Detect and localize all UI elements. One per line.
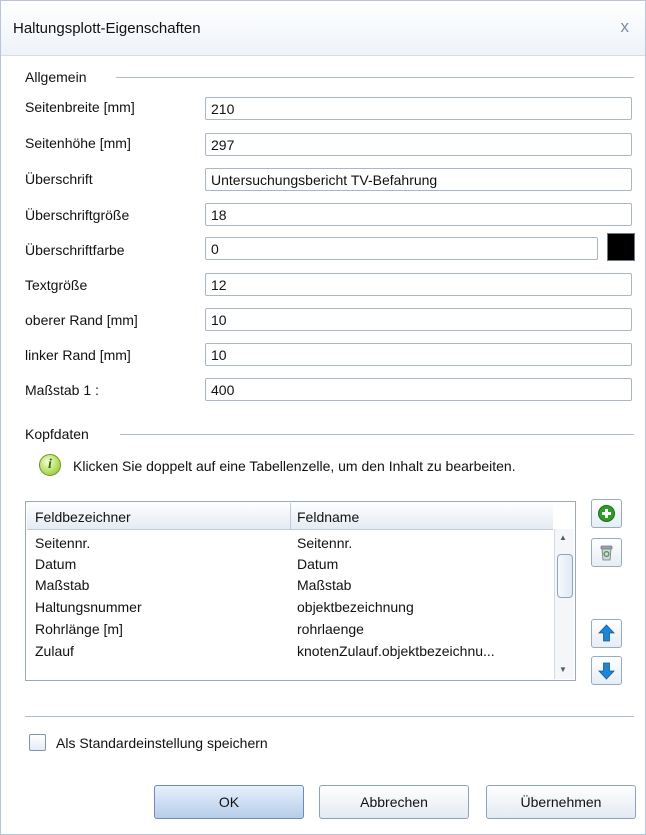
table-row[interactable]: Rohrlänge [m] rohrlaenge (27, 619, 553, 640)
dialog-window: Haltungsplott-Eigenschaften x Allgemein … (0, 0, 646, 835)
field-label-heading-color: Überschriftfarbe (25, 242, 125, 258)
table-cell[interactable]: Datum (35, 556, 76, 572)
page-height-input[interactable] (205, 133, 632, 156)
section-allgemein-heading: Allgemein (25, 69, 87, 85)
table-cell[interactable]: Rohrlänge [m] (35, 621, 123, 637)
arrow-down-icon (598, 662, 615, 680)
column-divider (290, 503, 291, 529)
top-margin-input[interactable] (205, 308, 632, 331)
scale-input[interactable] (205, 378, 632, 401)
column-header-field-label[interactable]: Feldbezeichner (35, 509, 131, 525)
footer-divider (25, 716, 634, 717)
title-bar: Haltungsplott-Eigenschaften x (1, 1, 645, 56)
move-down-button[interactable] (591, 656, 622, 685)
scrollbar-thumb[interactable] (557, 554, 573, 598)
delete-row-button[interactable] (591, 538, 622, 567)
table-cell[interactable]: rohrlaenge (297, 621, 364, 637)
field-label-text-size: Textgröße (25, 277, 88, 293)
color-swatch-button[interactable] (607, 233, 635, 261)
column-header-field-name[interactable]: Feldname (297, 509, 359, 525)
plus-icon (598, 505, 615, 522)
table-row[interactable]: Maßstab Maßstab (27, 575, 553, 596)
save-default-checkbox[interactable] (29, 734, 46, 751)
left-margin-input[interactable] (205, 343, 632, 366)
table-header: Feldbezeichner Feldname (27, 503, 553, 530)
info-icon: i (39, 454, 61, 476)
info-hint-text: Klicken Sie doppelt auf eine Tabellenzel… (73, 458, 516, 474)
save-default-label[interactable]: Als Standardeinstellung speichern (56, 735, 268, 751)
table-cell[interactable]: Datum (297, 556, 338, 572)
apply-button[interactable]: Übernehmen (486, 785, 636, 819)
table-cell[interactable]: Maßstab (35, 577, 89, 593)
field-label-scale: Maßstab 1 : (25, 382, 99, 398)
window-title: Haltungsplott-Eigenschaften (13, 20, 201, 37)
heading-size-input[interactable] (205, 203, 632, 226)
section-kopfdaten-heading: Kopfdaten (25, 426, 89, 442)
heading-color-input[interactable] (205, 237, 598, 260)
field-label-top-margin: oberer Rand [mm] (25, 312, 138, 328)
table-cell[interactable]: Seitennr. (35, 535, 90, 551)
table-cell[interactable]: Haltungsnummer (35, 599, 142, 615)
section-divider (116, 77, 634, 78)
arrow-up-icon (598, 624, 615, 642)
table-cell[interactable]: knotenZulauf.objektbezeichnu... (297, 643, 495, 659)
heading-input[interactable] (205, 168, 632, 191)
field-label-heading-size: Überschriftgröße (25, 207, 130, 223)
cancel-button[interactable]: Abbrechen (319, 785, 469, 819)
text-size-input[interactable] (205, 273, 632, 296)
scroll-up-arrow-icon[interactable]: ▲ (559, 533, 567, 542)
scroll-down-arrow-icon[interactable]: ▼ (559, 665, 567, 674)
table-row[interactable]: Datum Datum (27, 554, 553, 575)
table-row[interactable]: Zulauf knotenZulauf.objektbezeichnu... (27, 641, 553, 662)
header-data-table[interactable]: Feldbezeichner Feldname Seitennr. Seiten… (25, 501, 576, 681)
page-width-input[interactable] (205, 97, 632, 120)
move-up-button[interactable] (591, 619, 622, 648)
table-cell[interactable]: Maßstab (297, 577, 351, 593)
trash-icon (600, 545, 613, 561)
table-cell[interactable]: Seitennr. (297, 535, 352, 551)
section-divider (120, 434, 634, 435)
field-label-page-width: Seitenbreite [mm] (25, 99, 135, 115)
field-label-page-height: Seitenhöhe [mm] (25, 135, 131, 151)
close-icon[interactable]: x (621, 17, 630, 37)
ok-button[interactable]: OK (154, 785, 304, 819)
table-cell[interactable]: Zulauf (35, 643, 74, 659)
table-row[interactable]: Haltungsnummer objektbezeichnung (27, 597, 553, 618)
table-row[interactable]: Seitennr. Seitennr. (27, 533, 553, 554)
table-scrollbar[interactable]: ▲ ▼ (554, 529, 574, 679)
field-label-left-margin: linker Rand [mm] (25, 347, 131, 363)
add-row-button[interactable] (591, 499, 622, 528)
table-cell[interactable]: objektbezeichnung (297, 599, 414, 615)
field-label-heading: Überschrift (25, 171, 93, 187)
